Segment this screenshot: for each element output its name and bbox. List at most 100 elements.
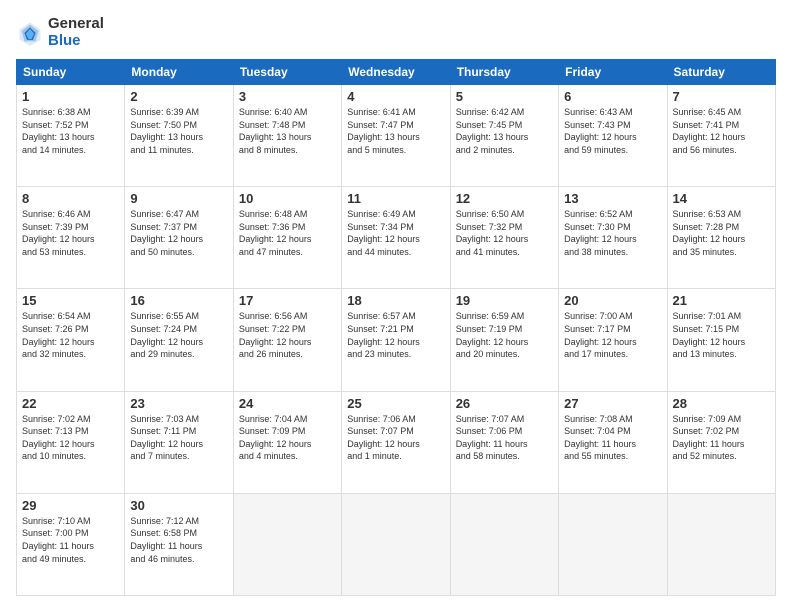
day-number: 22 (22, 396, 119, 411)
calendar-cell: 27 Sunrise: 7:08 AMSunset: 7:04 PMDayligh… (559, 391, 667, 493)
day-number: 20 (564, 293, 661, 308)
day-number: 21 (673, 293, 770, 308)
cell-details: Sunrise: 6:55 AMSunset: 7:24 PMDaylight:… (130, 310, 227, 360)
day-number: 18 (347, 293, 444, 308)
page: General Blue Sunday Monday Tuesday Wedne… (0, 0, 792, 612)
day-number: 11 (347, 191, 444, 206)
day-number: 7 (673, 89, 770, 104)
day-number: 14 (673, 191, 770, 206)
header: General Blue (16, 16, 776, 49)
day-number: 19 (456, 293, 553, 308)
calendar-cell: 23 Sunrise: 7:03 AMSunset: 7:11 PMDayligh… (125, 391, 233, 493)
day-number: 23 (130, 396, 227, 411)
day-number: 26 (456, 396, 553, 411)
cell-details: Sunrise: 6:52 AMSunset: 7:30 PMDaylight:… (564, 208, 661, 258)
calendar-cell: 12 Sunrise: 6:50 AMSunset: 7:32 PMDayligh… (450, 187, 558, 289)
logo-icon (16, 19, 44, 47)
calendar-cell: 4 Sunrise: 6:41 AMSunset: 7:47 PMDaylight… (342, 85, 450, 187)
day-number: 1 (22, 89, 119, 104)
cell-details: Sunrise: 6:42 AMSunset: 7:45 PMDaylight:… (456, 106, 553, 156)
calendar-cell: 14 Sunrise: 6:53 AMSunset: 7:28 PMDayligh… (667, 187, 775, 289)
day-number: 25 (347, 396, 444, 411)
calendar-cell: 17 Sunrise: 6:56 AMSunset: 7:22 PMDayligh… (233, 289, 341, 391)
day-number: 9 (130, 191, 227, 206)
calendar-cell: 18Sunrise: 6:57 AMSunset: 7:21 PMDayligh… (342, 289, 450, 391)
cell-details: Sunrise: 7:00 AMSunset: 7:17 PMDaylight:… (564, 310, 661, 360)
day-number: 12 (456, 191, 553, 206)
cell-details: Sunrise: 7:03 AMSunset: 7:11 PMDaylight:… (130, 413, 227, 463)
calendar-cell: 16 Sunrise: 6:55 AMSunset: 7:24 PMDayligh… (125, 289, 233, 391)
cell-details: Sunrise: 7:04 AMSunset: 7:09 PMDaylight:… (239, 413, 336, 463)
cell-details: Sunrise: 6:39 AMSunset: 7:50 PMDaylight:… (130, 106, 227, 156)
logo-text: General Blue (48, 16, 104, 49)
cell-details: Sunrise: 6:41 AMSunset: 7:47 PMDaylight:… (347, 106, 444, 156)
calendar-cell: 21 Sunrise: 7:01 AMSunset: 7:15 PMDayligh… (667, 289, 775, 391)
calendar-cell: 10 Sunrise: 6:48 AMSunset: 7:36 PMDayligh… (233, 187, 341, 289)
calendar-cell: 19 Sunrise: 6:59 AMSunset: 7:19 PMDayligh… (450, 289, 558, 391)
cell-details: Sunrise: 6:50 AMSunset: 7:32 PMDaylight:… (456, 208, 553, 258)
day-number: 4 (347, 89, 444, 104)
weekday-wednesday: Wednesday (342, 60, 450, 85)
calendar-cell: 29 Sunrise: 7:10 AMSunset: 7:00 PMDayligh… (17, 493, 125, 595)
calendar-cell: 30 Sunrise: 7:12 AMSunset: 6:58 PMDayligh… (125, 493, 233, 595)
cell-details: Sunrise: 6:38 AMSunset: 7:52 PMDaylight:… (22, 106, 119, 156)
day-number: 5 (456, 89, 553, 104)
calendar-cell: 13 Sunrise: 6:52 AMSunset: 7:30 PMDayligh… (559, 187, 667, 289)
weekday-monday: Monday (125, 60, 233, 85)
day-number: 27 (564, 396, 661, 411)
day-number: 29 (22, 498, 119, 513)
day-number: 24 (239, 396, 336, 411)
day-number: 17 (239, 293, 336, 308)
calendar-cell (450, 493, 558, 595)
day-number: 30 (130, 498, 227, 513)
day-number: 16 (130, 293, 227, 308)
cell-details: Sunrise: 6:45 AMSunset: 7:41 PMDaylight:… (673, 106, 770, 156)
calendar-cell (233, 493, 341, 595)
calendar-cell: 7 Sunrise: 6:45 AMSunset: 7:41 PMDaylight… (667, 85, 775, 187)
calendar-cell: 8 Sunrise: 6:46 AMSunset: 7:39 PMDaylight… (17, 187, 125, 289)
calendar-cell: 2 Sunrise: 6:39 AMSunset: 7:50 PMDaylight… (125, 85, 233, 187)
cell-details: Sunrise: 6:56 AMSunset: 7:22 PMDaylight:… (239, 310, 336, 360)
cell-details: Sunrise: 7:08 AMSunset: 7:04 PMDaylight:… (564, 413, 661, 463)
calendar-cell (342, 493, 450, 595)
day-number: 10 (239, 191, 336, 206)
weekday-saturday: Saturday (667, 60, 775, 85)
calendar-cell: 28 Sunrise: 7:09 AMSunset: 7:02 PMDayligh… (667, 391, 775, 493)
calendar-cell: 25 Sunrise: 7:06 AMSunset: 7:07 PMDayligh… (342, 391, 450, 493)
cell-details: Sunrise: 7:06 AMSunset: 7:07 PMDaylight:… (347, 413, 444, 463)
cell-details: Sunrise: 7:02 AMSunset: 7:13 PMDaylight:… (22, 413, 119, 463)
day-number: 8 (22, 191, 119, 206)
calendar-cell: 11Sunrise: 6:49 AMSunset: 7:34 PMDayligh… (342, 187, 450, 289)
cell-details: Sunrise: 6:48 AMSunset: 7:36 PMDaylight:… (239, 208, 336, 258)
cell-details: Sunrise: 6:46 AMSunset: 7:39 PMDaylight:… (22, 208, 119, 258)
cell-details: Sunrise: 6:54 AMSunset: 7:26 PMDaylight:… (22, 310, 119, 360)
day-number: 28 (673, 396, 770, 411)
calendar-cell: 6 Sunrise: 6:43 AMSunset: 7:43 PMDaylight… (559, 85, 667, 187)
day-number: 2 (130, 89, 227, 104)
weekday-friday: Friday (559, 60, 667, 85)
day-number: 6 (564, 89, 661, 104)
cell-details: Sunrise: 6:59 AMSunset: 7:19 PMDaylight:… (456, 310, 553, 360)
cell-details: Sunrise: 7:01 AMSunset: 7:15 PMDaylight:… (673, 310, 770, 360)
weekday-tuesday: Tuesday (233, 60, 341, 85)
calendar-cell: 26 Sunrise: 7:07 AMSunset: 7:06 PMDayligh… (450, 391, 558, 493)
calendar-cell: 3 Sunrise: 6:40 AMSunset: 7:48 PMDaylight… (233, 85, 341, 187)
cell-details: Sunrise: 7:09 AMSunset: 7:02 PMDaylight:… (673, 413, 770, 463)
cell-details: Sunrise: 6:40 AMSunset: 7:48 PMDaylight:… (239, 106, 336, 156)
calendar-cell: 5 Sunrise: 6:42 AMSunset: 7:45 PMDaylight… (450, 85, 558, 187)
calendar-cell: 15Sunrise: 6:54 AMSunset: 7:26 PMDayligh… (17, 289, 125, 391)
calendar-cell: 20 Sunrise: 7:00 AMSunset: 7:17 PMDayligh… (559, 289, 667, 391)
cell-details: Sunrise: 6:53 AMSunset: 7:28 PMDaylight:… (673, 208, 770, 258)
cell-details: Sunrise: 6:43 AMSunset: 7:43 PMDaylight:… (564, 106, 661, 156)
calendar-cell: 1 Sunrise: 6:38 AMSunset: 7:52 PMDaylight… (17, 85, 125, 187)
calendar-cell (559, 493, 667, 595)
cell-details: Sunrise: 7:07 AMSunset: 7:06 PMDaylight:… (456, 413, 553, 463)
calendar-cell: 9 Sunrise: 6:47 AMSunset: 7:37 PMDaylight… (125, 187, 233, 289)
logo: General Blue (16, 16, 104, 49)
day-number: 13 (564, 191, 661, 206)
cell-details: Sunrise: 7:12 AMSunset: 6:58 PMDaylight:… (130, 515, 227, 565)
cell-details: Sunrise: 7:10 AMSunset: 7:00 PMDaylight:… (22, 515, 119, 565)
day-number: 3 (239, 89, 336, 104)
calendar-cell: 22 Sunrise: 7:02 AMSunset: 7:13 PMDayligh… (17, 391, 125, 493)
cell-details: Sunrise: 6:47 AMSunset: 7:37 PMDaylight:… (130, 208, 227, 258)
